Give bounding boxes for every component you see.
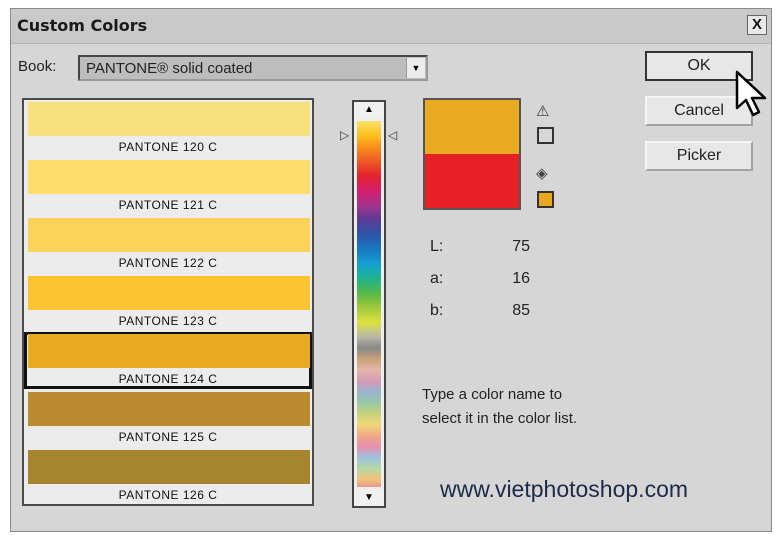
- lab-value: 85: [512, 302, 530, 319]
- lab-value: 16: [512, 270, 530, 287]
- book-dropdown[interactable]: PANTONE® solid coated ▼: [78, 55, 428, 81]
- picker-button[interactable]: Picker: [645, 141, 753, 171]
- swatch-color-chip: [28, 102, 310, 136]
- swatch-name: PANTONE 121 C: [118, 198, 218, 212]
- spectrum-bar[interactable]: [357, 121, 381, 487]
- scroll-up-icon[interactable]: ▲: [354, 102, 384, 118]
- web-safe-swatch[interactable]: [537, 191, 554, 208]
- original-color-swatch[interactable]: [425, 154, 519, 208]
- swatch-name: PANTONE 122 C: [118, 256, 218, 270]
- swatch-color-chip: [28, 334, 310, 368]
- swatch-color-chip: [28, 450, 310, 484]
- swatch-name: PANTONE 123 C: [118, 314, 218, 328]
- title-bar: Custom Colors X: [11, 9, 771, 44]
- swatch-color-chip: [28, 392, 310, 426]
- cube-icon[interactable]: ◈: [536, 164, 548, 182]
- swatch-item[interactable]: PANTONE 124 C: [24, 332, 312, 389]
- swatch-item[interactable]: PANTONE 125 C: [24, 390, 312, 447]
- gamut-warning-swatch[interactable]: [537, 127, 554, 144]
- swatch-color-chip: [28, 276, 310, 310]
- chevron-down-icon[interactable]: ▼: [406, 58, 425, 78]
- hint-text: Type a color name to select it in the co…: [422, 383, 577, 431]
- watermark: www.vietphotoshop.com: [440, 476, 689, 502]
- scroll-down-icon[interactable]: ▼: [354, 490, 384, 506]
- swatch-item[interactable]: PANTONE 120 C: [24, 100, 312, 157]
- swatch-name: PANTONE 125 C: [118, 430, 218, 444]
- lab-label: a:: [430, 270, 444, 287]
- swatch-item[interactable]: PANTONE 126 C: [24, 448, 312, 504]
- swatch-name: PANTONE 126 C: [118, 488, 218, 502]
- slider-left-arrow-icon[interactable]: ▷: [340, 128, 349, 142]
- lab-row: a: 16: [430, 270, 530, 292]
- lab-value: 75: [512, 238, 530, 255]
- slider-right-arrow-icon[interactable]: ◁: [388, 128, 397, 142]
- close-button[interactable]: X: [747, 15, 767, 35]
- lab-row: L: 75: [430, 238, 530, 260]
- new-color-swatch: [425, 100, 519, 154]
- color-spectrum-slider[interactable]: ▲ ▼: [352, 100, 386, 508]
- hint-line-1: Type a color name to: [422, 386, 563, 403]
- book-dropdown-value: PANTONE® solid coated: [86, 60, 253, 77]
- dialog-title: Custom Colors: [17, 16, 148, 35]
- hint-line-2: select it in the color list.: [422, 410, 578, 427]
- warning-triangle-icon[interactable]: ⚠: [536, 102, 549, 120]
- book-label: Book:: [18, 58, 57, 75]
- color-swatch-list[interactable]: PANTONE 120 C PANTONE 121 C PANTONE 122 C P…: [22, 98, 314, 506]
- swatch-name: PANTONE 124 C: [118, 372, 218, 386]
- swatch-color-chip: [28, 218, 310, 252]
- swatch-color-chip: [28, 160, 310, 194]
- mouse-pointer-icon: [735, 70, 767, 117]
- swatch-item[interactable]: PANTONE 122 C: [24, 216, 312, 273]
- swatch-item[interactable]: PANTONE 121 C: [24, 158, 312, 215]
- lab-label: b:: [430, 302, 444, 319]
- swatch-item[interactable]: PANTONE 123 C: [24, 274, 312, 331]
- lab-row: b: 85: [430, 302, 530, 324]
- swatch-name: PANTONE 120 C: [118, 140, 218, 154]
- lab-label: L:: [430, 238, 444, 255]
- color-preview: [423, 98, 521, 210]
